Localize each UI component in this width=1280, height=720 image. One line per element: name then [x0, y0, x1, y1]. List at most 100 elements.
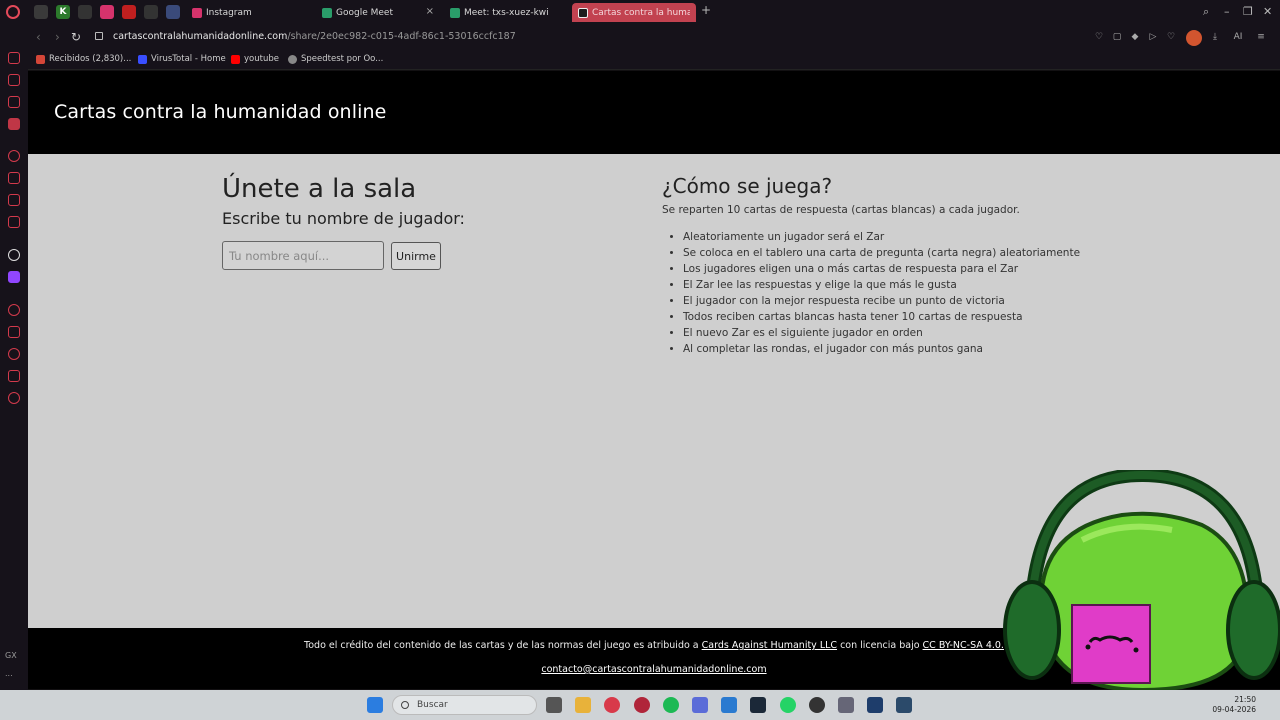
rule-item: Todos reciben cartas blancas hasta tener… [683, 309, 1082, 325]
shop-icon[interactable] [8, 172, 20, 184]
twitch-icon[interactable] [8, 271, 20, 283]
taskbar-search[interactable]: Buscar [392, 695, 537, 715]
clock-date: 09-04-2026 [1212, 705, 1256, 714]
bookmark-gmail[interactable]: Recibidos (2,830)... [36, 54, 131, 64]
home-icon[interactable] [8, 52, 20, 64]
browser-sidebar: GX ... [0, 25, 28, 690]
virustotal-icon [138, 54, 147, 64]
heart-icon[interactable]: ♡ [1166, 32, 1176, 42]
player-name-input[interactable] [222, 241, 384, 270]
search-tabs-icon[interactable]: ⌕ [1203, 5, 1209, 19]
profile-avatar[interactable] [1186, 30, 1202, 46]
steam-icon[interactable] [896, 697, 912, 713]
extensions-icon[interactable] [8, 370, 20, 382]
join-button[interactable]: Unirme [391, 242, 441, 270]
how-to-play-intro: Se reparten 10 cartas de respuesta (cart… [662, 204, 1020, 216]
rule-item: Los jugadores eligen una o más cartas de… [683, 261, 1082, 277]
address-bar: ‹ › ↻ cartascontralahumanidadonline.com/… [28, 25, 1280, 50]
steam-icon[interactable] [750, 697, 766, 713]
rule-item: El nuevo Zar es el siguiente jugador en … [683, 325, 1082, 341]
download-icon[interactable]: ⤓ [1210, 32, 1220, 42]
join-title: Únete a la sala [222, 174, 417, 204]
pin-icon[interactable] [8, 326, 20, 338]
more-icon[interactable]: ... [5, 669, 13, 678]
bookmark-label: youtube [244, 54, 279, 64]
new-tab-button[interactable]: + [700, 4, 712, 17]
bookmark-youtube[interactable]: youtube [231, 54, 279, 64]
minimize-icon[interactable]: – [1224, 5, 1230, 18]
tab-cartas[interactable]: Cartas contra la humanidad [572, 3, 696, 22]
github-icon[interactable] [809, 697, 825, 713]
gaming-icon[interactable] [8, 118, 20, 130]
copilot-icon[interactable] [692, 697, 708, 713]
pinned-tab-instagram-icon[interactable] [100, 5, 114, 19]
tab-bar: K Instagram Google Meet × Meet: txs-xuez… [0, 0, 1280, 25]
back-icon[interactable]: ‹ [36, 30, 41, 44]
site-title[interactable]: Cartas contra la humanidad online [54, 101, 386, 123]
player-icon[interactable] [8, 304, 20, 316]
license-link[interactable]: CC BY-NC-SA 4.0. [923, 640, 1004, 651]
r-app-icon[interactable] [867, 697, 883, 713]
star-icon[interactable] [8, 74, 20, 86]
pinned-tab-youtube-icon[interactable] [122, 5, 136, 19]
how-to-play-section: ¿Cómo se juega? Se reparten 10 cartas de… [662, 173, 1082, 357]
youtube-icon [231, 54, 240, 64]
url-path: /share/2e0ec982-c015-4adf-86c1-53016ccfc… [287, 31, 516, 42]
contact-email-link[interactable]: contacto@cartascontralahumanidadonline.c… [541, 664, 766, 675]
app-icon[interactable] [634, 697, 650, 713]
site-favicon-icon [578, 7, 588, 18]
opera-logo-icon[interactable] [6, 5, 20, 19]
forward-icon[interactable]: › [55, 30, 60, 44]
gx-label[interactable]: GX [5, 651, 17, 660]
rule-item: Al completar las rondas, el jugador con … [683, 341, 1082, 357]
app-icon[interactable] [838, 697, 854, 713]
wallet-icon[interactable] [8, 96, 20, 108]
tab-google-meet[interactable]: Google Meet × [316, 3, 440, 22]
settings-icon[interactable] [8, 392, 20, 404]
news-icon[interactable] [8, 194, 20, 206]
search-icon [401, 701, 409, 709]
vscode-icon[interactable] [721, 697, 737, 713]
start-icon[interactable] [367, 697, 383, 713]
menu-icon[interactable]: ≡ [1256, 32, 1266, 42]
restore-icon[interactable]: ❐ [1243, 5, 1253, 18]
music-icon[interactable] [8, 216, 20, 228]
pinned-tab-sync-icon[interactable] [144, 5, 158, 19]
cah-link[interactable]: Cards Against Humanity LLC [702, 640, 837, 651]
instagram-icon [192, 7, 202, 18]
reload-icon[interactable]: ↻ [71, 30, 81, 44]
spotify-icon[interactable] [663, 697, 679, 713]
tab-label: Cartas contra la humanidad [592, 7, 690, 18]
mail-icon [36, 54, 45, 64]
pinned-tab-extension-icon[interactable] [78, 5, 92, 19]
pinned-tab-app-icon[interactable] [166, 5, 180, 19]
tab-instagram[interactable]: Instagram [186, 3, 312, 22]
shield-icon[interactable]: ◆ [1130, 32, 1140, 42]
bookmark-page-icon[interactable]: ♡ [1094, 32, 1104, 42]
task-view-icon[interactable] [546, 697, 562, 713]
refresh-icon[interactable] [8, 150, 20, 162]
rules-list: Aleatoriamente un jugador será el Zar Se… [683, 229, 1082, 357]
credit-text: con licencia bajo [837, 640, 923, 651]
ai-icon[interactable]: AI [1228, 32, 1248, 42]
history-icon[interactable] [8, 348, 20, 360]
pinned-tab-kick-icon[interactable]: K [56, 5, 70, 19]
opera-gx-icon[interactable] [604, 697, 620, 713]
close-icon[interactable]: × [426, 6, 434, 17]
pinned-tab-icon[interactable] [34, 5, 48, 19]
snapshot-icon[interactable]: ▢ [1112, 32, 1122, 42]
tab-meet-call[interactable]: Meet: txs-xuez-kwi [444, 3, 568, 22]
bookmark-speedtest[interactable]: Speedtest por Oo... [288, 54, 383, 64]
bookmark-virustotal[interactable]: VirusTotal - Home [138, 54, 226, 64]
system-clock[interactable]: 21:50 09-04-2026 [1212, 695, 1256, 715]
windows-taskbar: Buscar 21:50 09-04-2026 [0, 690, 1280, 720]
url-field[interactable]: cartascontralahumanidadonline.com/share/… [113, 31, 516, 42]
chatgpt-icon[interactable] [8, 249, 20, 261]
lock-icon[interactable] [95, 32, 103, 40]
play-icon[interactable]: ▷ [1148, 32, 1158, 42]
file-explorer-icon[interactable] [575, 697, 591, 713]
whatsapp-icon[interactable] [780, 697, 796, 713]
meet-icon [450, 7, 460, 18]
close-window-icon[interactable]: ✕ [1263, 5, 1272, 18]
bookmark-label: Recibidos (2,830)... [49, 54, 132, 64]
